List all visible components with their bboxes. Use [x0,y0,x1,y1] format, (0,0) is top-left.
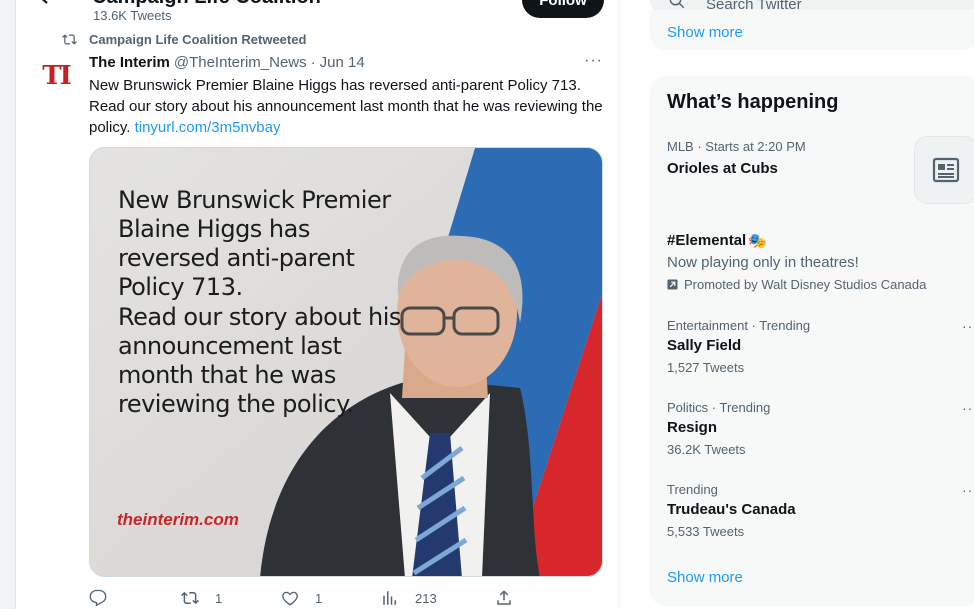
trend-name[interactable]: Orioles at Cubs [667,160,778,177]
retweet-icon [62,34,77,45]
reply-icon [89,589,107,607]
share-icon [497,590,511,605]
search-icon [669,0,685,9]
reply-button[interactable] [89,589,123,607]
trend-name: #Elemental [667,232,747,249]
media-site-url: theinterim.com [117,510,239,529]
trends-title: What’s happening [667,91,839,113]
retweet-count: 1 [215,590,223,606]
analytics-icon [383,591,396,605]
trend-count: 1,527 Tweets [667,360,745,375]
column-divider [619,0,620,609]
back-arrow-icon[interactable] [34,0,62,10]
left-gutter [0,0,16,609]
trend-count: 5,533 Tweets [667,524,745,539]
author-avatar[interactable]: TI [38,58,74,94]
retweet-action-icon [181,591,199,605]
trend-more-icon[interactable]: ·· [962,318,973,334]
trend-count: 36.2K Tweets [667,442,746,457]
show-more-link-top[interactable]: Show more [667,24,743,41]
retweet-label[interactable]: Campaign Life Coalition Retweeted [89,32,306,47]
heart-icon [282,591,298,606]
promoted-trend[interactable]: #Elemental 🎭 [667,232,767,250]
trend-name[interactable]: Resign [667,419,717,436]
author-name[interactable]: The Interim [89,54,170,71]
trend-more-icon[interactable]: ·· [962,400,973,416]
trend-context: Trending [667,482,718,497]
promoted-label: Promoted by Walt Disney Studios Canada [667,277,926,292]
tweet-body: New Brunswick Premier Blaine Higgs has r… [89,75,609,138]
like-count: 1 [315,590,323,606]
trend-name[interactable]: Sally Field [667,337,741,354]
follow-button[interactable]: Follow [522,0,604,18]
share-button[interactable] [495,589,513,607]
trend-emoji: 🎭 [748,233,767,250]
media-headline-1: New Brunswick Premier Blaine Higgs has r… [118,186,391,301]
news-thumbnail[interactable] [914,136,974,204]
views-button[interactable]: 213 [381,589,437,607]
promoted-text: Promoted by Walt Disney Studios Canada [684,277,927,292]
retweet-button[interactable]: 1 [181,589,222,607]
show-more-link-bottom[interactable]: Show more [667,569,743,586]
media-headline-2: Read our story about his announcement la… [118,303,401,418]
trend-name[interactable]: Trudeau's Canada [667,501,796,518]
tweet-actions: 1 1 213 [89,589,519,609]
like-button[interactable]: 1 [281,589,322,607]
newspaper-icon [932,157,960,183]
trend-context: Entertainment · Trending [667,318,811,333]
tweet-media-image[interactable]: New Brunswick Premier Blaine Higgs has r… [89,147,603,577]
profile-tweet-count: 13.6K Tweets [93,8,172,23]
trend-context: Politics · Trending [667,400,771,415]
meta-separator: · [310,54,316,71]
avatar-logo-text: TI [42,61,71,91]
author-handle[interactable]: @TheInterim_News [174,54,307,71]
promoted-icon [667,279,678,290]
tweet-link[interactable]: tinyurl.com/3m5nvbay [135,119,281,136]
tweet-more-icon[interactable]: ··· [584,52,603,70]
view-count: 213 [415,590,437,606]
tweet-header: The Interim @TheInterim_News · Jun 14 [89,54,365,71]
trend-context: MLB · Starts at 2:20 PM [667,139,806,154]
trend-description: Now playing only in theatres! [667,254,859,271]
tweet-date[interactable]: Jun 14 [320,54,365,71]
retweet-indicator: Campaign Life Coalition Retweeted [62,32,306,47]
trend-more-icon[interactable]: ·· [962,482,973,498]
